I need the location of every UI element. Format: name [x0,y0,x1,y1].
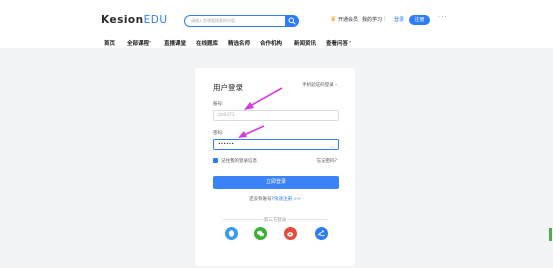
annotation-arrow [238,125,265,138]
annotation-arrow [244,87,283,110]
scroll-indicator[interactable] [549,228,552,241]
annotation-arrows [238,87,283,138]
